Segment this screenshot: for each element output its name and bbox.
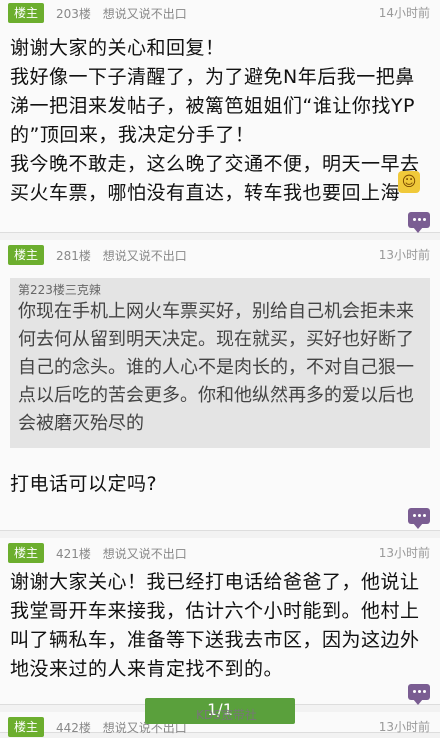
quote-block: 第223楼三克辣 你现在手机上网火车票买好，别给自己机会拒未来何去何从留到明天决… xyxy=(10,278,430,448)
owner-badge: 楼主 xyxy=(8,717,45,737)
floor-number: 421楼 xyxy=(56,546,91,561)
post-time: 14小时前 xyxy=(378,6,430,20)
post-time: 13小时前 xyxy=(378,248,430,262)
owner-badge: 楼主 xyxy=(8,245,45,265)
post-time: 13小时前 xyxy=(378,546,430,560)
reply-bubble-icon[interactable] xyxy=(408,508,430,529)
reply-bubble-icon[interactable] xyxy=(408,212,430,233)
post-body: 打电话可以定吗? xyxy=(10,473,158,495)
post-meta: 421楼 想说又说不出口 xyxy=(56,545,187,562)
post-421: 楼主 421楼 想说又说不出口 13小时前 谢谢大家关心！我已经打电话给爸爸了，… xyxy=(0,538,440,705)
username[interactable]: 想说又说不出口 xyxy=(103,249,187,263)
post-meta: 203楼 想说又说不出口 xyxy=(56,5,187,22)
floor-number: 281楼 xyxy=(56,248,91,263)
floor-number: 442楼 xyxy=(56,720,91,735)
reply-bubble-icon[interactable] xyxy=(408,684,430,705)
post-header: 楼主 203楼 想说又说不出口 14小时前 xyxy=(8,2,430,24)
post-281: 楼主 281楼 想说又说不出口 13小时前 第223楼三克辣 你现在手机上网火车… xyxy=(0,240,440,531)
owner-badge: 楼主 xyxy=(8,3,45,23)
owner-badge: 楼主 xyxy=(8,543,45,563)
post-header: 楼主 421楼 想说又说不出口 13小时前 xyxy=(8,542,430,564)
username[interactable]: 想说又说不出口 xyxy=(103,7,187,21)
floor-number: 203楼 xyxy=(56,6,91,21)
post-body: 谢谢大家的关心和回复！ 我好像一下子清醒了，为了避免N年后我一把鼻涕一把泪来发帖… xyxy=(10,37,420,204)
post-meta: 281楼 想说又说不出口 xyxy=(56,247,187,264)
post-body: 谢谢大家关心！我已经打电话给爸爸了，他说让我堂哥开车来接我，估计六个小时能到。他… xyxy=(10,571,420,680)
post-203: 楼主 203楼 想说又说不出口 14小时前 谢谢大家的关心和回复！ 我好像一下子… xyxy=(0,0,440,233)
watermark: KDS宽带社 xyxy=(196,708,257,722)
quote-text: 你现在手机上网火车票买好，别给自己机会拒未来何去何从留到明天决定。现在就买，买好… xyxy=(18,301,414,434)
quote-source: 第223楼三克辣 xyxy=(18,283,101,297)
emoji-icon: ☺ xyxy=(398,171,420,193)
post-time: 13小时前 xyxy=(378,720,430,734)
username[interactable]: 想说又说不出口 xyxy=(103,547,187,561)
post-header: 楼主 281楼 想说又说不出口 13小时前 xyxy=(8,244,430,266)
